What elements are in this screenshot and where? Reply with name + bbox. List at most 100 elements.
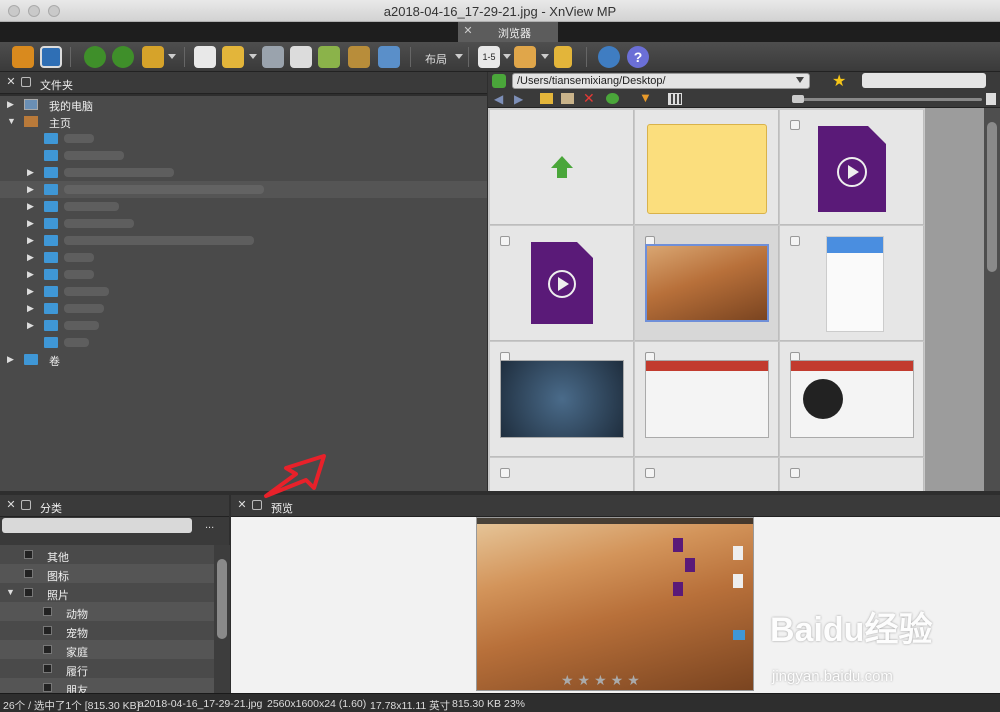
thumbnail-item[interactable]: [490, 458, 634, 491]
refresh-icon[interactable]: [606, 93, 619, 104]
layout-menu[interactable]: 布局: [425, 51, 447, 67]
settings-gear-icon[interactable]: [598, 46, 620, 68]
tree-subfolder[interactable]: ▶: [0, 181, 487, 198]
close-pane-icon[interactable]: ✕: [236, 499, 248, 511]
star-icon[interactable]: ★: [832, 71, 846, 91]
thumbnail-item[interactable]: [635, 458, 779, 491]
restore-pane-icon[interactable]: [21, 77, 31, 87]
expand-arrow-icon[interactable]: ▶: [27, 201, 34, 212]
select-checkbox[interactable]: [500, 468, 510, 478]
back-arrow-icon[interactable]: ◀: [494, 92, 503, 106]
category-checkbox[interactable]: [43, 607, 52, 616]
expand-arrow-icon[interactable]: ▶: [27, 320, 34, 331]
expand-arrow-icon[interactable]: ▶: [27, 184, 34, 195]
print-icon[interactable]: [290, 46, 312, 68]
forward-arrow-icon[interactable]: ▶: [514, 92, 523, 106]
category-item[interactable]: 宠物: [0, 621, 214, 640]
expand-arrow-icon[interactable]: ▶: [7, 99, 14, 110]
thumbnail-video[interactable]: [780, 110, 924, 225]
thumbnail-folder[interactable]: [635, 110, 779, 225]
page-range-button[interactable]: 1-5: [478, 46, 500, 68]
rotate-left-icon[interactable]: [84, 46, 106, 68]
chevron-down-icon[interactable]: [503, 54, 511, 59]
move-to-folder-icon[interactable]: [222, 46, 244, 68]
category-checkbox[interactable]: [43, 645, 52, 654]
category-search-input[interactable]: [2, 518, 192, 533]
select-checkbox[interactable]: [645, 468, 655, 478]
folder-tree-icon[interactable]: [554, 46, 572, 68]
capture-icon[interactable]: [378, 46, 400, 68]
tree-item-home[interactable]: ▼ 主页: [0, 113, 487, 130]
tree-subfolder[interactable]: ▶: [0, 317, 487, 334]
tree-item-computer[interactable]: ▶ 我的电脑: [0, 96, 487, 113]
close-pane-icon[interactable]: ✕: [5, 499, 17, 511]
find-icon[interactable]: [262, 46, 284, 68]
slideshow-icon[interactable]: [348, 46, 370, 68]
category-checkbox[interactable]: [43, 664, 52, 673]
category-item[interactable]: 图标: [0, 564, 214, 583]
expand-arrow-icon[interactable]: ▶: [27, 235, 34, 246]
scrollbar-thumb[interactable]: [217, 559, 227, 639]
thumbnail-music-screenshot[interactable]: [780, 342, 924, 457]
help-icon[interactable]: ?: [627, 46, 649, 68]
bookmark-icon[interactable]: [514, 46, 536, 68]
restore-pane-icon[interactable]: [252, 500, 262, 510]
thumbnail-video[interactable]: [490, 226, 634, 341]
expand-arrow-icon[interactable]: ▶: [27, 218, 34, 229]
rotate-right-icon[interactable]: [112, 46, 134, 68]
category-item[interactable]: 其他: [0, 545, 214, 564]
thumbnail-launchpad-screenshot[interactable]: [490, 342, 634, 457]
category-item[interactable]: 朋友: [0, 678, 214, 693]
category-scrollbar[interactable]: [214, 545, 230, 693]
view-mode-icon[interactable]: [668, 93, 682, 105]
grid-scrollbar[interactable]: [984, 108, 1000, 491]
tree-subfolder[interactable]: ▶: [0, 300, 487, 317]
filter-icon[interactable]: ▼: [639, 90, 652, 105]
parent-folder-icon[interactable]: [492, 74, 506, 88]
open-image-icon[interactable]: [12, 46, 34, 68]
tree-subfolder[interactable]: ▶: [0, 232, 487, 249]
category-checkbox[interactable]: [24, 550, 33, 559]
category-checkbox[interactable]: [43, 626, 52, 635]
fullscreen-icon[interactable]: [40, 46, 62, 68]
export-icon[interactable]: [318, 46, 340, 68]
category-options-button[interactable]: ...: [205, 519, 214, 531]
thumbnail-desktop-screenshot-selected[interactable]: [635, 226, 779, 341]
delete-icon[interactable]: ✕: [583, 90, 595, 107]
thumbnail-app-screenshot[interactable]: [635, 342, 779, 457]
category-checkbox[interactable]: [24, 569, 33, 578]
category-item[interactable]: 履行: [0, 659, 214, 678]
expand-arrow-icon[interactable]: ▶: [27, 252, 34, 263]
tab-browser[interactable]: ✕ 浏览器: [458, 22, 558, 42]
tree-subfolder[interactable]: ▶: [0, 249, 487, 266]
category-item[interactable]: 家庭: [0, 640, 214, 659]
thumbnail-phone-screenshot[interactable]: [780, 226, 924, 341]
tree-subfolder[interactable]: ▶: [0, 215, 487, 232]
tree-subfolder[interactable]: ▶: [0, 164, 487, 181]
path-input[interactable]: /Users/tiansemixiang/Desktop/: [512, 73, 810, 89]
category-checkbox[interactable]: [24, 588, 33, 597]
rename-icon[interactable]: [561, 93, 574, 104]
tree-item-volumes[interactable]: ▶ 卷: [0, 351, 487, 368]
select-checkbox[interactable]: [790, 120, 800, 130]
category-checkbox[interactable]: [43, 683, 52, 692]
chevron-down-icon[interactable]: [168, 54, 176, 59]
category-item[interactable]: ▼ 照片: [0, 583, 214, 602]
search-input[interactable]: [862, 73, 986, 88]
new-folder-icon[interactable]: [540, 93, 553, 104]
tree-subfolder[interactable]: [0, 147, 487, 164]
close-tab-icon[interactable]: ✕: [462, 25, 474, 37]
expand-arrow-icon[interactable]: ▶: [27, 286, 34, 297]
expand-arrow-icon[interactable]: ▶: [27, 167, 34, 178]
close-pane-icon[interactable]: ✕: [5, 76, 17, 88]
chevron-down-icon[interactable]: [249, 54, 257, 59]
select-checkbox[interactable]: [790, 468, 800, 478]
chevron-down-icon[interactable]: [541, 54, 549, 59]
chevron-down-icon[interactable]: [796, 77, 804, 83]
tree-subfolder[interactable]: [0, 334, 487, 351]
select-checkbox[interactable]: [500, 236, 510, 246]
expand-arrow-icon[interactable]: ▶: [27, 303, 34, 314]
category-item[interactable]: 动物: [0, 602, 214, 621]
rating-stars-icon[interactable]: ★★★★★: [561, 672, 644, 689]
tree-subfolder[interactable]: ▶: [0, 283, 487, 300]
